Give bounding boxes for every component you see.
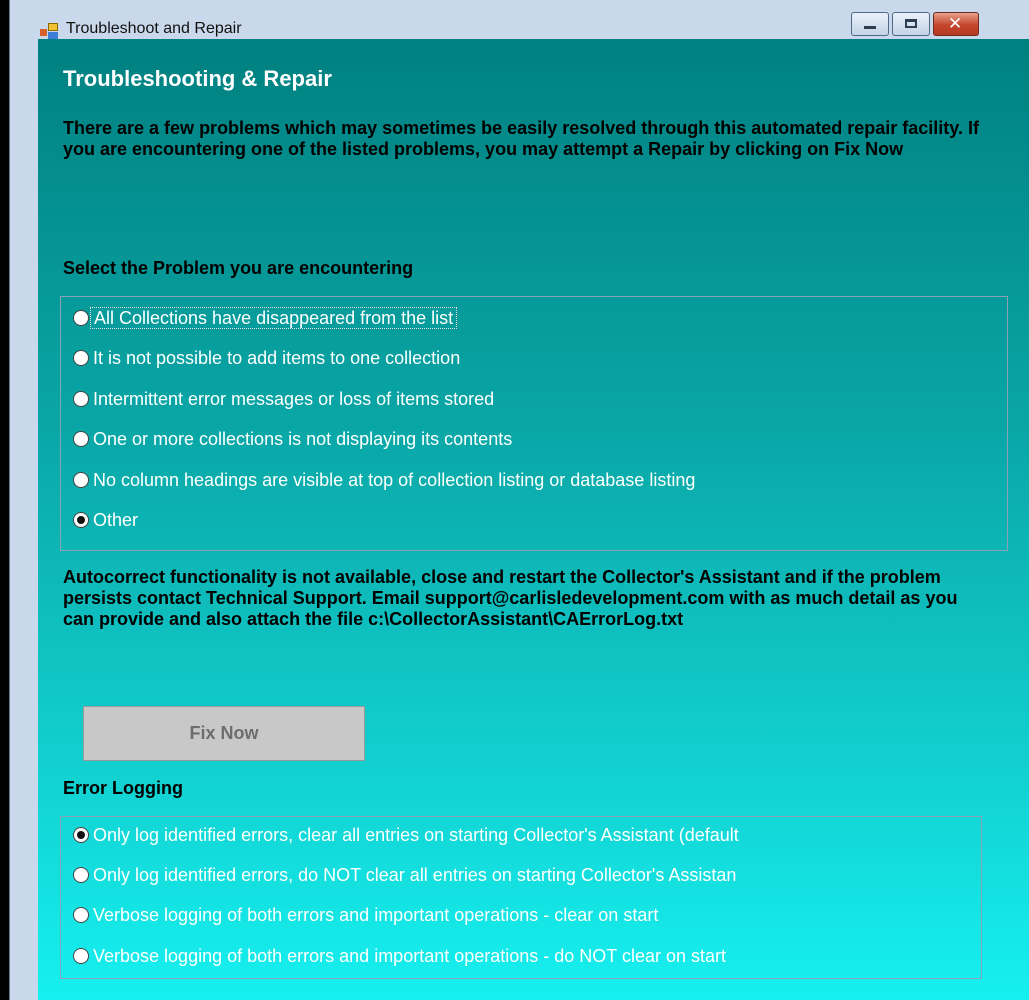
minimize-icon [864, 26, 876, 29]
problem-option-label: All Collections have disappeared from th… [90, 307, 458, 329]
window-title: Troubleshoot and Repair [66, 20, 242, 37]
radio-button[interactable] [73, 431, 89, 447]
problem-option-label: Intermittent error messages or loss of i… [93, 389, 495, 409]
title-bar[interactable]: Troubleshoot and Repair ✕ [10, 8, 1029, 39]
minimize-button[interactable] [851, 12, 889, 36]
troubleshoot-window: Troubleshoot and Repair ✕ Troubleshootin… [9, 0, 1029, 1000]
logging-option-label: Verbose logging of both errors and impor… [93, 905, 659, 925]
problem-group [60, 296, 1008, 551]
maximize-icon [905, 19, 917, 28]
radio-button[interactable] [73, 350, 89, 366]
radio-button-selected[interactable] [73, 827, 89, 843]
radio-button[interactable] [73, 907, 89, 923]
problem-option-label: Other [93, 510, 139, 530]
radio-button[interactable] [73, 310, 89, 326]
radio-button[interactable] [73, 391, 89, 407]
page-title: Troubleshooting & Repair [63, 66, 332, 91]
screen-edge [0, 0, 9, 1000]
radio-button[interactable] [73, 948, 89, 964]
problem-section-label: Select the Problem you are encountering [63, 258, 414, 278]
problem-option-label: It is not possible to add items to one c… [93, 348, 461, 368]
radio-button[interactable] [73, 867, 89, 883]
problem-option-label: No column headings are visible at top of… [93, 470, 696, 490]
fix-now-button[interactable]: Fix Now [83, 706, 365, 761]
repair-message: Autocorrect functionality is not availab… [63, 567, 958, 629]
problem-option-label: One or more collections is not displayin… [93, 429, 513, 449]
radio-button-selected[interactable] [73, 512, 89, 528]
radio-button[interactable] [73, 472, 89, 488]
app-icon [40, 23, 58, 39]
close-icon: ✕ [948, 14, 963, 34]
error-logging-label: Error Logging [63, 778, 183, 798]
maximize-button[interactable] [892, 12, 930, 36]
close-button[interactable]: ✕ [933, 12, 979, 36]
logging-option-label: Only log identified errors, do NOT clear… [93, 865, 737, 885]
logging-option-label: Verbose logging of both errors and impor… [93, 946, 727, 966]
logging-option-label: Only log identified errors, clear all en… [93, 825, 739, 845]
intro-text: There are a few problems which may somet… [63, 118, 979, 159]
